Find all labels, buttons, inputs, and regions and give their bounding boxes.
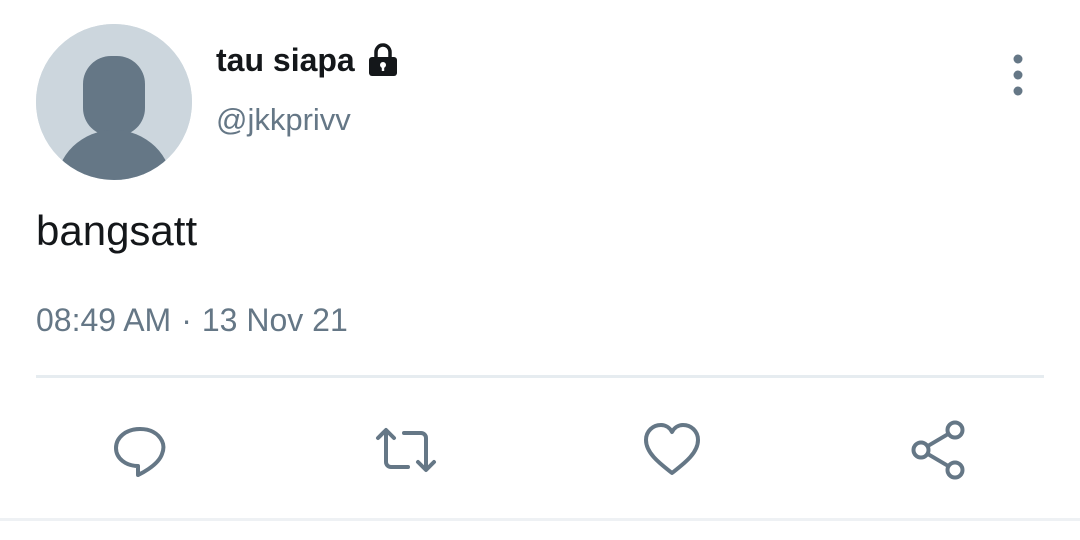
display-name[interactable]: tau siapa <box>216 40 355 80</box>
tweet-time: 08:49 AM <box>36 302 172 338</box>
like-button[interactable] <box>640 418 704 482</box>
divider <box>36 375 1044 378</box>
bottom-divider <box>0 518 1080 521</box>
retweet-button[interactable] <box>374 418 438 482</box>
lock-icon <box>365 42 401 78</box>
avatar[interactable] <box>36 24 192 180</box>
heart-icon <box>644 423 700 475</box>
retweet-icon <box>376 428 436 472</box>
meta-separator: · <box>181 302 192 338</box>
tweet-actions-bar <box>0 410 1080 490</box>
comment-icon <box>114 427 166 477</box>
share-icon <box>911 420 965 480</box>
more-vertical-icon <box>1013 54 1023 96</box>
share-button[interactable] <box>906 418 970 482</box>
tweet-detail: tau siapa @jkkprivv bangsatt 08:49 AM · 13… <box>0 0 1080 540</box>
default-avatar-icon <box>36 24 192 180</box>
reply-button[interactable] <box>108 418 172 482</box>
more-options-button[interactable] <box>996 50 1040 100</box>
tweet-date: 13 Nov 21 <box>201 302 348 338</box>
tweet-text: bangsatt <box>36 207 198 254</box>
user-handle[interactable]: @jkkprivv <box>216 100 351 140</box>
user-name-row: tau siapa <box>216 40 401 80</box>
tweet-timestamp[interactable]: 08:49 AM · 13 Nov 21 <box>36 300 348 340</box>
